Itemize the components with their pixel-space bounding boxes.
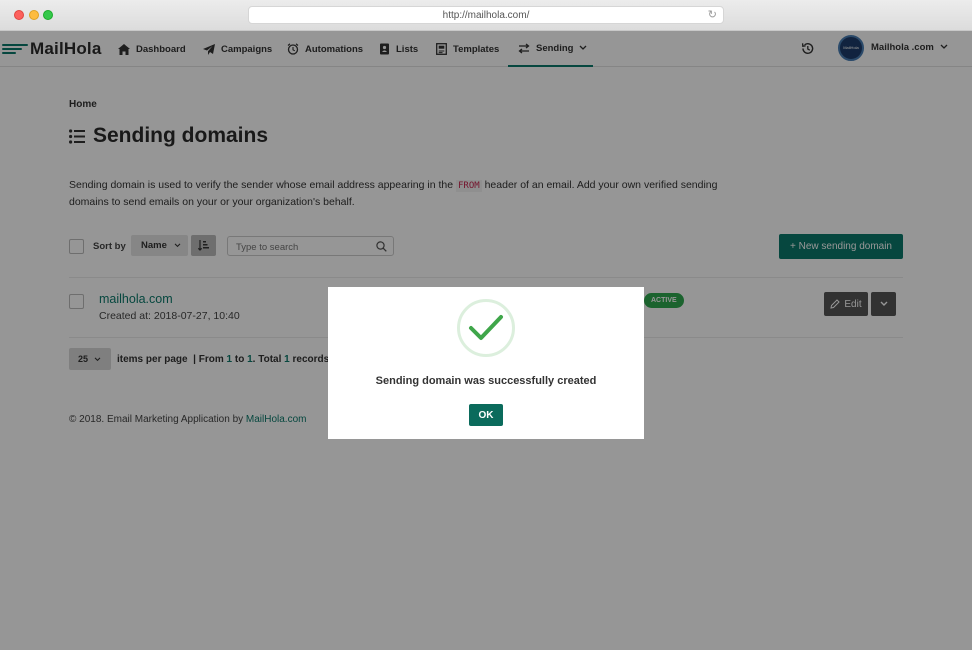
zoom-window-button[interactable] [43,10,53,20]
dialog-message: Sending domain was successfully created [375,375,597,387]
close-window-button[interactable] [14,10,24,20]
address-bar[interactable]: http://mailhola.com/ ↻ [248,6,724,24]
ok-button[interactable]: OK [469,404,503,426]
reload-icon[interactable]: ↻ [708,9,717,21]
success-check-icon [457,299,515,357]
success-dialog: Sending domain was successfully created … [328,287,644,439]
browser-chrome: http://mailhola.com/ ↻ [0,0,972,31]
minimize-window-button[interactable] [29,10,39,20]
url-text: http://mailhola.com/ [442,10,530,21]
